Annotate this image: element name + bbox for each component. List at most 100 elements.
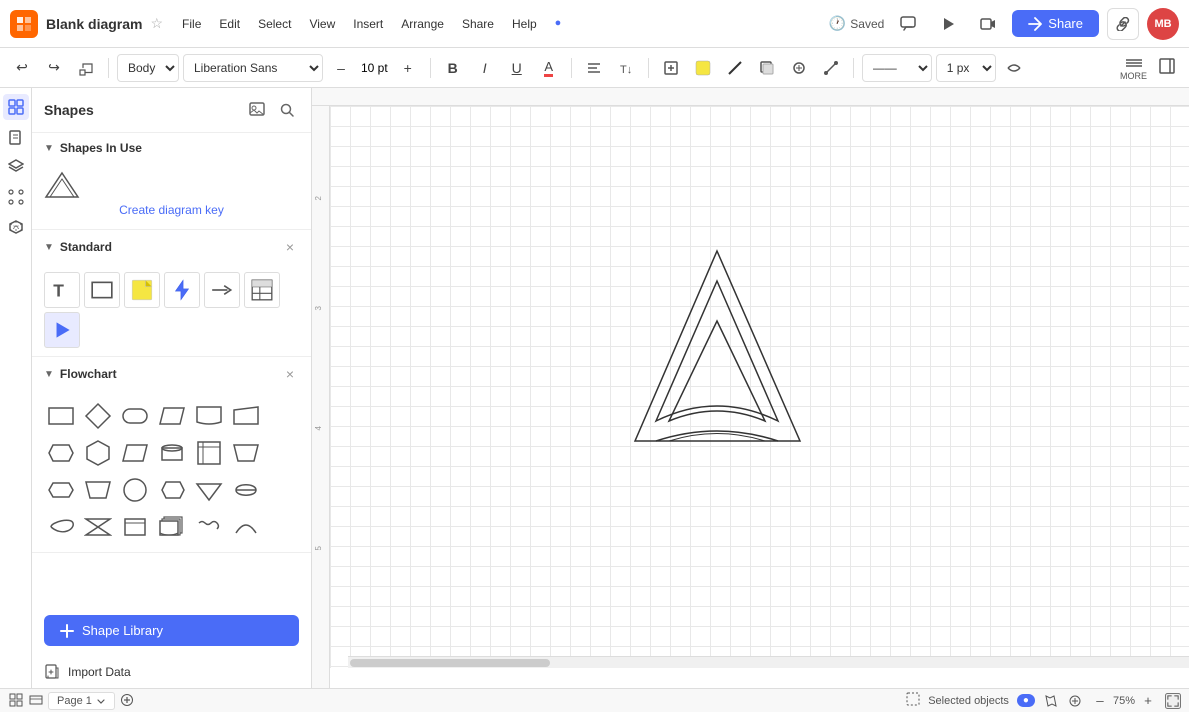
fc-stored-data[interactable] [229,473,263,507]
fc-multi-doc[interactable] [155,510,189,544]
canvas-area[interactable]: 3 4 5 6 7 8 9 2 3 4 5 [312,88,1189,688]
fc-terminal[interactable] [118,399,152,433]
note-shape[interactable] [124,272,160,308]
font-increase-button[interactable]: + [394,54,422,82]
flowchart-close-button[interactable]: × [281,365,299,383]
page-1-tab[interactable]: Page 1 [48,692,115,710]
standard-section-header[interactable]: ▼ Standard × [32,230,311,264]
chat-button[interactable] [892,8,924,40]
layers-button[interactable] [3,154,29,180]
align-button[interactable] [580,54,608,82]
fc-circle[interactable] [118,473,152,507]
rectangle-shape[interactable] [84,272,120,308]
zoom-increase-button[interactable]: + [1139,692,1157,710]
shapes-panel-button[interactable] [3,94,29,120]
fc-parallelogram[interactable] [118,436,152,470]
page-strip-icon[interactable] [28,692,44,708]
search-shapes-icon[interactable] [275,98,299,122]
font-color-button[interactable]: A [535,54,563,82]
menu-file[interactable]: File [175,14,208,34]
line-width-select[interactable]: 1 px [936,54,996,82]
fc-internal-storage[interactable] [192,436,226,470]
insert-shape-button[interactable] [657,54,685,82]
waypoint-button[interactable] [1000,54,1028,82]
edit-connection-button[interactable] [817,54,845,82]
fc-manual-input[interactable] [229,399,263,433]
menu-select[interactable]: Select [251,14,298,34]
menu-insert[interactable]: Insert [346,14,390,34]
fc-trapezoid[interactable] [81,473,115,507]
fc-down-arrow[interactable] [192,473,226,507]
fc-start[interactable] [44,510,78,544]
fc-cylinder[interactable] [155,436,189,470]
share-button[interactable]: Standard Share [1012,10,1099,37]
add-page-icon[interactable] [119,692,135,708]
flowchart-section-header[interactable]: ▼ Flowchart × [32,357,311,391]
fc-arc[interactable] [229,510,263,544]
arrow-shape[interactable] [204,272,240,308]
line-style-select[interactable]: —— [862,54,932,82]
format-painter-button[interactable] [72,54,100,82]
menu-arrange[interactable]: Arrange [394,14,451,34]
menu-edit[interactable]: Edit [212,14,247,34]
fc-process[interactable] [44,399,78,433]
trigger-shape[interactable] [164,272,200,308]
shadow-button[interactable] [753,54,781,82]
format-icon[interactable] [1067,693,1083,709]
image-search-icon[interactable] [245,98,269,122]
grid-view-icon[interactable] [8,692,24,708]
italic-button[interactable]: I [471,54,499,82]
redo-button[interactable]: ↪ [40,54,68,82]
video-button[interactable] [972,8,1004,40]
fill-color-button[interactable] [689,54,717,82]
favorite-star-icon[interactable]: ☆ [150,15,163,32]
line-color-button[interactable] [721,54,749,82]
style-select[interactable]: Body [117,54,179,82]
shapes-in-use-header[interactable]: ▼ Shapes In Use [32,133,311,163]
components-button[interactable] [3,184,29,210]
present-button[interactable] [932,8,964,40]
font-select[interactable]: Liberation Sans [183,54,323,82]
fc-decision[interactable] [81,399,115,433]
fc-hexagon[interactable] [81,436,115,470]
create-diagram-key-link[interactable]: Create diagram key [44,199,299,221]
play-shape[interactable] [44,312,80,348]
import-data-button[interactable]: Import Data [32,656,311,688]
text-format-button[interactable]: T↓ [612,54,640,82]
horizontal-scrollbar[interactable] [348,656,1189,668]
font-decrease-button[interactable]: – [327,54,355,82]
menu-view[interactable]: View [302,14,342,34]
fc-or[interactable] [44,473,78,507]
zoom-level[interactable]: 75% [1113,695,1135,707]
more-button[interactable]: MORE [1120,55,1147,81]
bold-button[interactable]: B [439,54,467,82]
menu-share[interactable]: Share [455,14,501,34]
underline-button[interactable]: U [503,54,531,82]
style-button[interactable] [785,54,813,82]
shape-library-button[interactable]: Shape Library [44,615,299,646]
3d-button[interactable] [3,214,29,240]
sidebar-toggle-button[interactable] [1153,54,1181,82]
table-shape[interactable] [244,272,280,308]
pages-button[interactable] [3,124,29,150]
fc-preparation[interactable] [44,436,78,470]
user-avatar[interactable]: MB [1147,8,1179,40]
fc-document[interactable] [192,399,226,433]
diagram-shape[interactable] [630,246,805,466]
fc-data[interactable] [155,399,189,433]
canvas-content[interactable] [330,106,1189,668]
fit-page-button[interactable] [1165,693,1181,709]
text-shape[interactable]: T [44,272,80,308]
fc-manual-operation[interactable] [229,436,263,470]
scrollbar-thumb[interactable] [350,659,550,667]
fc-wave[interactable] [192,510,226,544]
menu-help[interactable]: Help [505,14,544,34]
link-button[interactable] [1107,8,1139,40]
fc-collate[interactable] [81,510,115,544]
standard-close-button[interactable]: × [281,238,299,256]
fc-display[interactable] [155,473,189,507]
zoom-decrease-button[interactable]: – [1091,692,1109,710]
undo-button[interactable]: ↩ [8,54,36,82]
fc-rect2[interactable] [118,510,152,544]
map-icon[interactable] [1043,693,1059,709]
